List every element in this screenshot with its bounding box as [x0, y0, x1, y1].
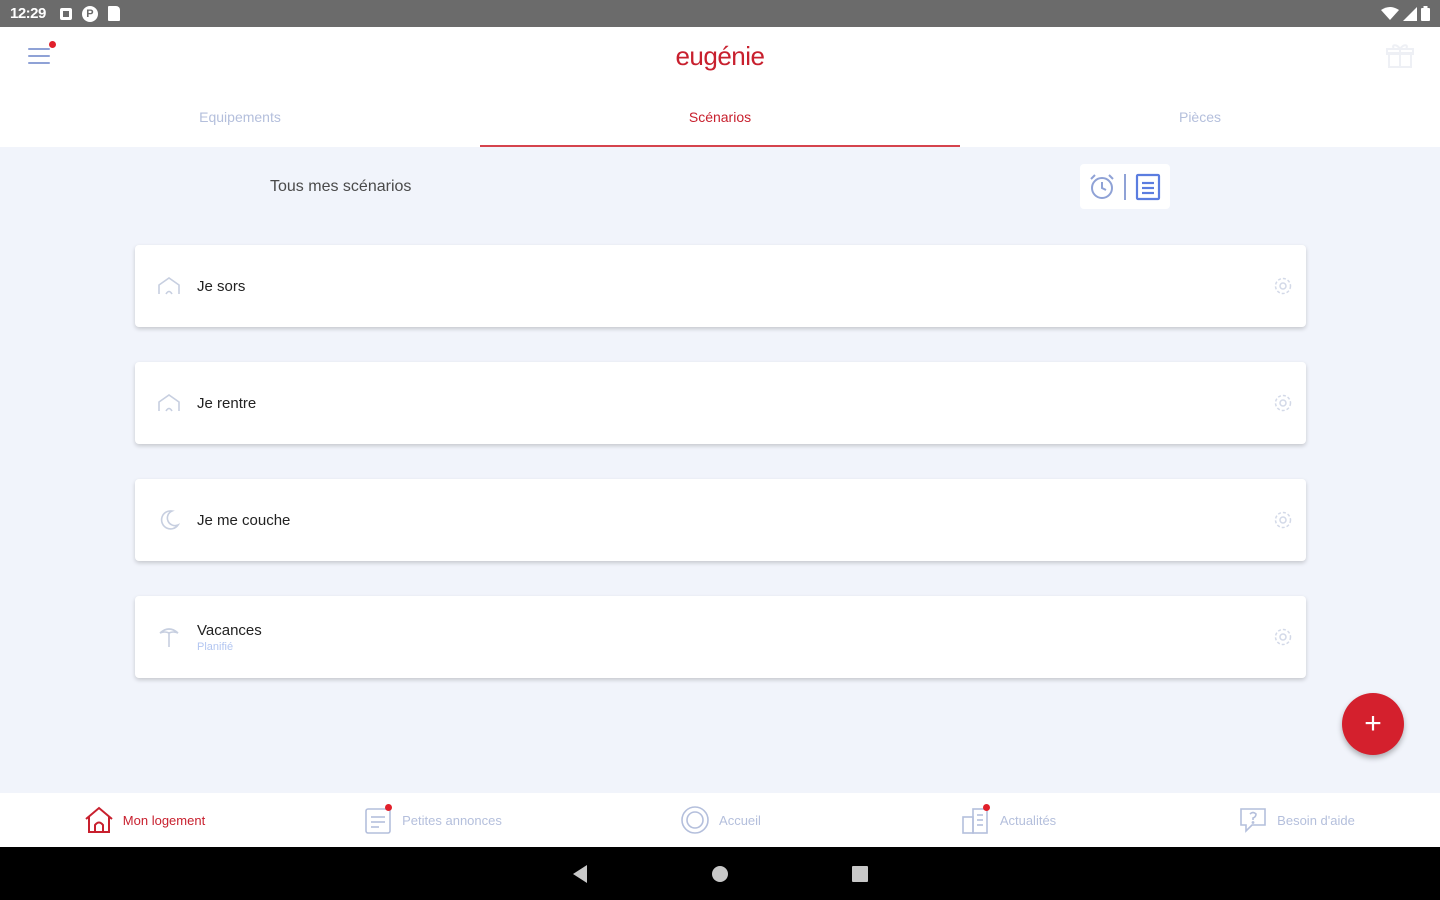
scenario-text: Je rentre: [197, 395, 256, 412]
recents-button[interactable]: [850, 864, 870, 884]
scenario-card-je-me-couche[interactable]: Je me couche: [135, 479, 1306, 561]
gear-icon: [1274, 277, 1292, 295]
scenario-card-vacances[interactable]: Vacances Planifié: [135, 596, 1306, 678]
nav-besoin-aide[interactable]: Besoin d'aide: [1152, 793, 1440, 847]
recents-square-icon: [852, 865, 868, 882]
battery-icon: [1421, 6, 1430, 21]
notification-square-icon: [59, 7, 72, 20]
view-toggle: [1080, 164, 1170, 209]
status-time: 12:29: [10, 5, 46, 22]
nav-accueil[interactable]: Accueil: [576, 793, 864, 847]
nav-label: Accueil: [719, 812, 761, 828]
scenario-text: Je me couche: [197, 512, 290, 529]
house-outline-icon: [157, 274, 181, 298]
alarm-clock-icon: [1090, 173, 1114, 199]
nav-label: Mon logement: [122, 812, 206, 828]
notification-dot: [982, 804, 990, 811]
wifi-icon: [1381, 6, 1399, 20]
tab-label: Pièces: [1178, 109, 1222, 125]
nav-actualites[interactable]: Actualités: [864, 793, 1152, 847]
news-building-icon: [960, 804, 992, 836]
scenario-subtitle: Planifié: [197, 640, 234, 653]
nav-label: Besoin d'aide: [1277, 812, 1355, 828]
scenario-text: Je sors: [197, 278, 245, 295]
tab-equipements[interactable]: Equipements: [0, 97, 480, 147]
nav-label: Petites annonces: [402, 812, 502, 828]
scenario-name: Je rentre: [197, 394, 257, 412]
palm-tree-icon: [157, 625, 181, 649]
scenario-card-je-rentre[interactable]: Je rentre: [135, 362, 1306, 444]
tab-label: Equipements: [199, 109, 281, 125]
gift-button[interactable]: [1386, 43, 1414, 69]
back-button[interactable]: [570, 864, 590, 884]
nav-mon-logement[interactable]: Mon logement: [0, 793, 288, 847]
scenario-settings-button[interactable]: [1272, 626, 1294, 648]
tab-label: Scénarios: [688, 109, 752, 125]
app-header: eugénie Equipements Scénarios Pièces: [0, 27, 1440, 147]
tab-bar: Equipements Scénarios Pièces: [0, 97, 1440, 147]
list-view-button[interactable]: [1134, 173, 1162, 201]
toggle-separator: [1124, 173, 1126, 200]
ads-board-icon: [362, 804, 394, 836]
alarm-view-button[interactable]: [1088, 173, 1116, 201]
gear-icon: [1274, 394, 1292, 412]
app-logo: eugénie: [675, 41, 765, 71]
home-icon: [83, 804, 115, 836]
list-document-icon: [1135, 173, 1161, 200]
gear-icon: [1274, 511, 1292, 529]
scenario-settings-button[interactable]: [1272, 275, 1294, 297]
scenario-text: Vacances Planifié: [197, 622, 262, 653]
house-outline-icon: [157, 391, 181, 415]
back-triangle-icon: [573, 864, 587, 883]
section-title: Tous mes scénarios: [270, 178, 412, 195]
nav-label: Actualités: [999, 812, 1057, 828]
signal-icon: [1403, 6, 1417, 21]
gift-icon: [1386, 44, 1414, 68]
home-dot-icon: [712, 865, 728, 882]
tab-scenarios[interactable]: Scénarios: [480, 97, 960, 147]
scenario-name: Je me couche: [197, 511, 291, 529]
help-bubble-icon: [1237, 804, 1269, 836]
nav-petites-annonces[interactable]: Petites annonces: [288, 793, 576, 847]
moon-icon: [157, 508, 181, 532]
scenario-settings-button[interactable]: [1272, 392, 1294, 414]
status-bar: 12:29 P: [0, 0, 1440, 27]
scenario-settings-button[interactable]: [1272, 509, 1294, 531]
system-nav-bar: [0, 847, 1440, 900]
app-notification-icon: P: [81, 5, 98, 22]
scenario-card-je-sors[interactable]: Je sors: [135, 245, 1306, 327]
scenario-name: Je sors: [197, 277, 246, 295]
add-scenario-button[interactable]: +: [1342, 693, 1404, 755]
bottom-nav: Mon logement Petites annonces Accueil Ac…: [0, 793, 1440, 847]
tab-pieces[interactable]: Pièces: [960, 97, 1440, 147]
scenario-name: Vacances: [197, 621, 262, 639]
sd-card-icon: [107, 6, 120, 21]
gear-icon: [1274, 628, 1292, 646]
home-circle-icon: [679, 804, 711, 836]
home-system-button[interactable]: [710, 864, 730, 884]
